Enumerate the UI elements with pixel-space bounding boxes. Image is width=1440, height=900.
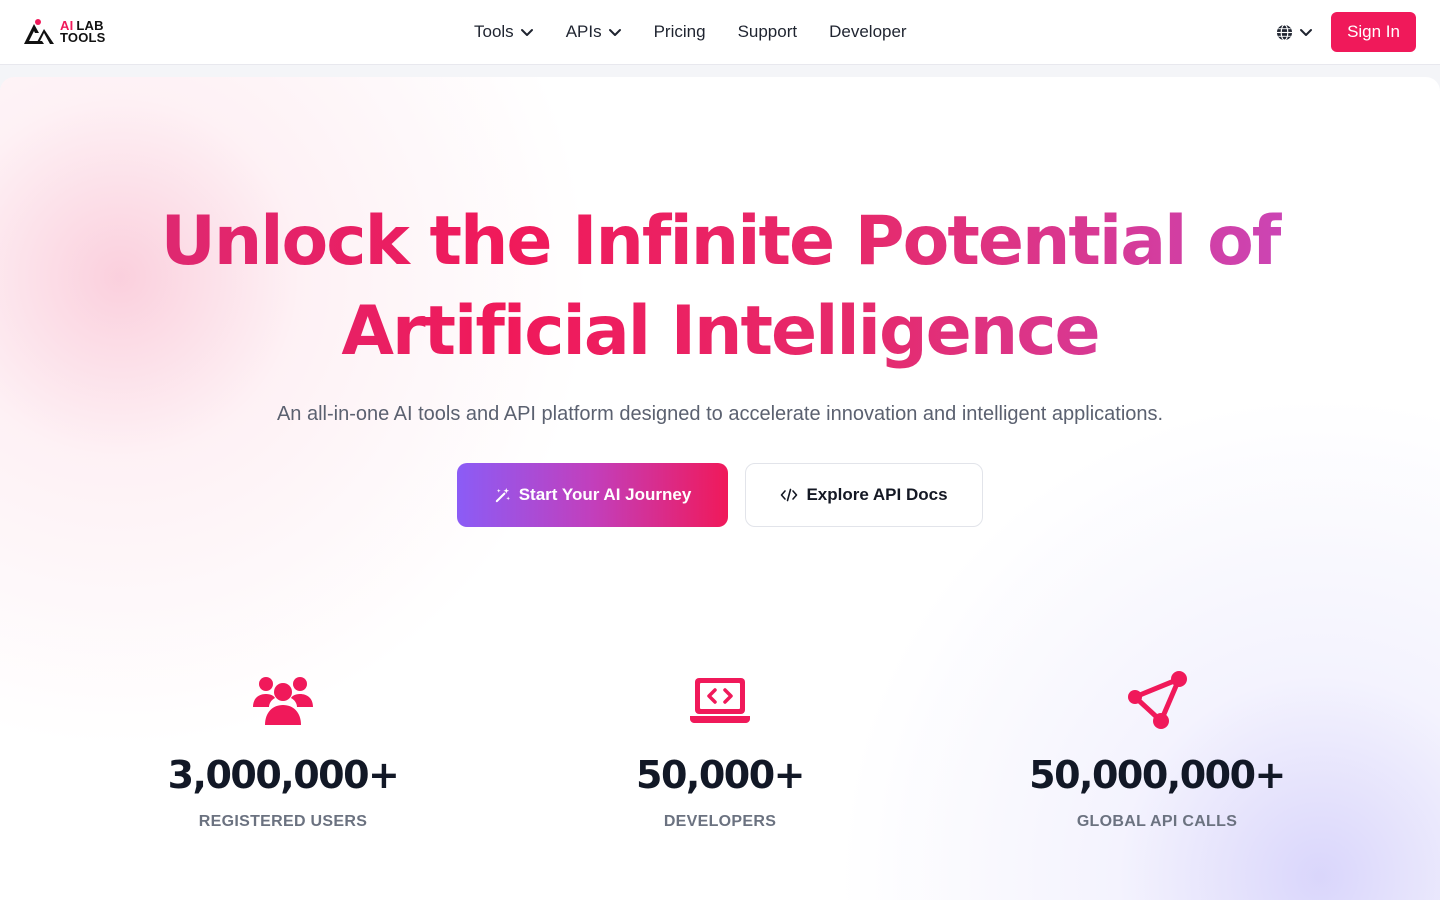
chevron-down-icon bbox=[608, 29, 621, 36]
stat-label: REGISTERED USERS bbox=[198, 813, 368, 830]
language-selector[interactable] bbox=[1276, 23, 1313, 41]
stat-value: 3,000,000+ bbox=[167, 753, 400, 797]
stat-global-api-calls: 50,000,000+ GLOBAL API CALLS bbox=[957, 669, 1357, 831]
explore-api-docs-label: Explore API Docs bbox=[806, 485, 948, 504]
hero-headline: Unlock the Infinite Potential of Artific… bbox=[0, 197, 1440, 377]
nav-tools-label: Tools bbox=[474, 22, 514, 41]
network-icon bbox=[1128, 671, 1187, 729]
stat-label: GLOBAL API CALLS bbox=[1076, 813, 1238, 830]
start-journey-button[interactable]: Start Your AI Journey bbox=[457, 463, 728, 527]
chevron-down-icon bbox=[520, 29, 533, 36]
top-navbar: AI LAB TOOLS Tools APIs Pricing Support … bbox=[0, 0, 1440, 65]
brand-logo[interactable]: AI LAB TOOLS bbox=[24, 18, 106, 45]
hero-subtitle: An all-in-one AI tools and API platform … bbox=[276, 403, 1164, 425]
stat-value: 50,000+ bbox=[636, 753, 805, 797]
nav-developer[interactable]: Developer bbox=[829, 22, 907, 42]
main-nav: Tools APIs Pricing Support Developer bbox=[474, 0, 907, 64]
stat-developers: 50,000+ DEVELOPERS bbox=[520, 669, 920, 831]
stat-registered-users: 3,000,000+ REGISTERED USERS bbox=[83, 669, 483, 831]
nav-apis-label: APIs bbox=[565, 22, 602, 41]
hero-headline-line-2: Artificial Intelligence bbox=[0, 287, 1440, 377]
sign-in-button[interactable]: Sign In bbox=[1331, 12, 1416, 52]
nav-support[interactable]: Support bbox=[738, 22, 798, 42]
brand-tools: TOOLS bbox=[60, 29, 106, 45]
users-icon bbox=[253, 677, 313, 725]
code-icon bbox=[781, 488, 798, 502]
stat-label: DEVELOPERS bbox=[663, 813, 777, 830]
globe-icon bbox=[1277, 23, 1293, 41]
stat-value: 50,000,000+ bbox=[1029, 753, 1286, 797]
nav-apis[interactable]: APIs bbox=[566, 22, 622, 42]
magic-wand-icon bbox=[495, 487, 510, 502]
logo-mark-icon bbox=[24, 19, 54, 44]
chevron-down-icon bbox=[1300, 29, 1313, 36]
nav-tools[interactable]: Tools bbox=[474, 22, 534, 42]
hero-section: Unlock the Infinite Potential of Artific… bbox=[0, 77, 1440, 900]
hero-headline-line-1: Unlock the Infinite Potential of bbox=[0, 197, 1440, 287]
header-actions: Sign In bbox=[1276, 12, 1416, 52]
laptop-code-icon bbox=[690, 678, 750, 723]
brand-wordmark: AI LAB TOOLS bbox=[60, 19, 106, 45]
start-journey-label: Start Your AI Journey bbox=[518, 485, 692, 504]
hero-cta-group: Start Your AI Journey Explore API Docs bbox=[457, 463, 983, 527]
nav-pricing[interactable]: Pricing bbox=[654, 22, 706, 42]
explore-api-docs-button[interactable]: Explore API Docs bbox=[745, 463, 983, 527]
